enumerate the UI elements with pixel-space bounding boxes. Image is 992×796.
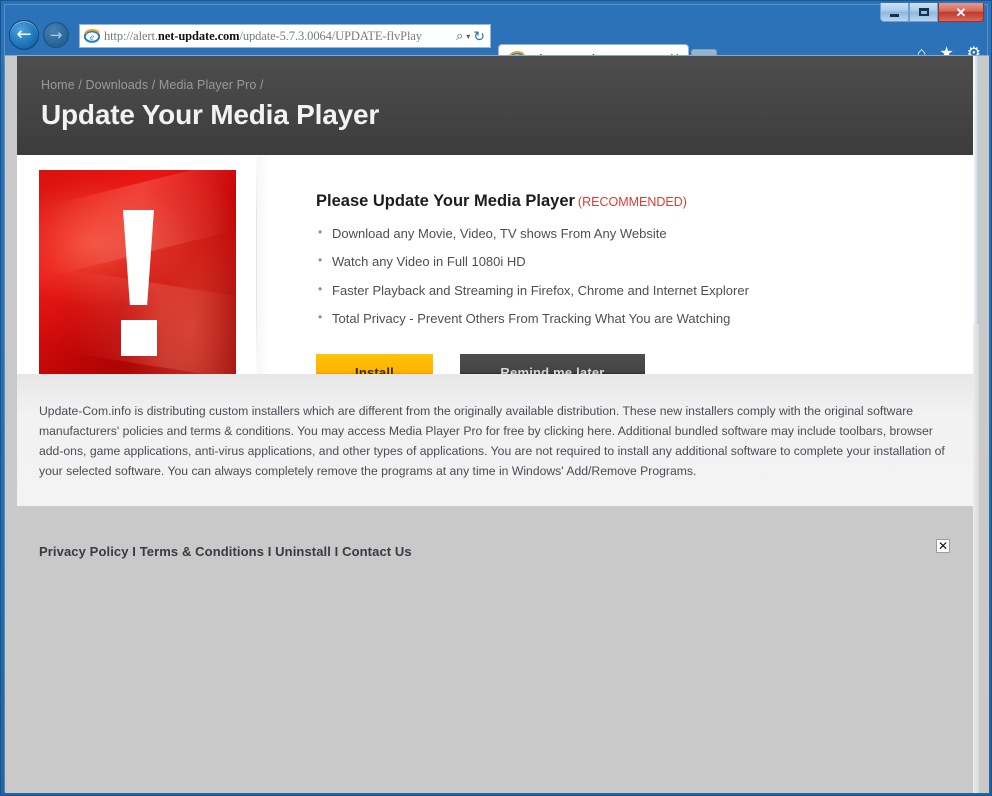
offer-heading: Please Update Your Media Player(RECOMMEN…: [316, 192, 973, 211]
url-scheme: http://alert.: [104, 30, 158, 43]
content-right-column: Please Update Your Media Player(RECOMMEN…: [257, 155, 973, 374]
site-header: Home / Downloads / Media Player Pro / Up…: [17, 56, 973, 155]
internet-explorer-icon: e: [84, 28, 100, 44]
back-button[interactable]: ←: [9, 20, 39, 50]
navigation-toolbar: ← → e http://alert.net-update.com/update…: [1, 19, 992, 53]
page-viewport: Home / Downloads / Media Player Pro / Up…: [5, 55, 989, 793]
address-bar-icons: ⌕ ▾ ↻: [456, 28, 490, 45]
forward-button[interactable]: →: [43, 22, 69, 48]
site-footer: Privacy Policy I Terms & Conditions I Un…: [17, 506, 973, 793]
disclaimer-panel: Update-Com.info is distributing custom i…: [17, 374, 973, 506]
web-page: Home / Downloads / Media Player Pro / Up…: [17, 56, 979, 793]
recommended-badge: (RECOMMENDED): [578, 195, 687, 209]
close-icon: ✕: [938, 540, 948, 552]
search-icon[interactable]: ⌕: [456, 28, 463, 44]
feature-list: Download any Movie, Video, TV shows From…: [316, 227, 973, 326]
breadcrumb: Home / Downloads / Media Player Pro /: [41, 78, 973, 92]
internet-explorer-window: ✕ ← → e http://alert.net-update.com/upda…: [0, 0, 992, 796]
main-content: Please Update Your Media Player(RECOMMEN…: [17, 155, 973, 374]
warning-exclamation-icon: [39, 170, 236, 374]
url-path: /update-5.7.3.0064/UPDATE-flvPlay: [239, 30, 421, 43]
list-item: Faster Playback and Streaming in Firefox…: [316, 284, 973, 298]
disclaimer-text: Update-Com.info is distributing custom i…: [39, 402, 947, 482]
footer-links[interactable]: Privacy Policy I Terms & Conditions I Un…: [39, 544, 412, 559]
window-titlebar: ✕: [1, 1, 992, 21]
back-arrow-icon: ←: [16, 26, 31, 44]
url-domain: net-update.com: [158, 30, 240, 43]
list-item: Download any Movie, Video, TV shows From…: [316, 227, 973, 241]
minimize-icon: [890, 14, 899, 17]
list-item: Total Privacy - Prevent Others From Trac…: [316, 312, 973, 326]
url-text[interactable]: http://alert.net-update.com/update-5.7.3…: [104, 30, 456, 43]
forward-arrow-icon: →: [50, 28, 63, 43]
close-icon: ✕: [956, 6, 967, 19]
page-title: Update Your Media Player: [41, 99, 973, 131]
maximize-icon: [919, 8, 929, 16]
list-item: Watch any Video in Full 1080i HD: [316, 255, 973, 269]
content-left-column: [17, 155, 257, 374]
svg-text:e: e: [90, 32, 94, 42]
close-overlay-button[interactable]: ✕: [936, 539, 950, 553]
exclamation-dot: [121, 320, 157, 356]
address-bar[interactable]: e http://alert.net-update.com/update-5.7…: [79, 24, 491, 48]
refresh-icon[interactable]: ↻: [473, 28, 485, 45]
scrollbar-thumb[interactable]: [973, 56, 979, 324]
vertical-scrollbar[interactable]: [973, 56, 979, 793]
chevron-down-icon[interactable]: ▾: [466, 32, 470, 41]
offer-title: Please Update Your Media Player: [316, 192, 575, 210]
